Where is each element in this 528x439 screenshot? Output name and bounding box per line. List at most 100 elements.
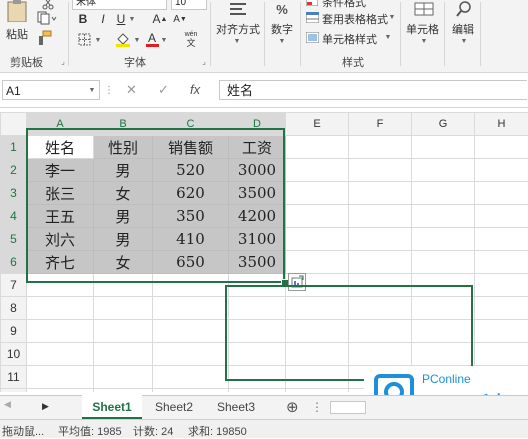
cell[interactable]: 男 <box>94 228 153 251</box>
more-options-icon[interactable]: ⋮ <box>106 82 112 98</box>
chevron-down-icon[interactable]: ▼ <box>460 36 468 46</box>
dialog-launcher-icon[interactable]: ⌟ <box>200 57 208 65</box>
row-header[interactable]: 9 <box>1 320 27 343</box>
cell[interactable] <box>412 136 475 159</box>
chevron-down-icon[interactable]: ▼ <box>278 36 286 46</box>
chevron-down-icon[interactable]: ▼ <box>420 36 428 46</box>
conditional-format-icon[interactable] <box>305 0 319 6</box>
table-format-icon[interactable] <box>305 11 319 23</box>
cut-icon[interactable] <box>40 0 56 10</box>
cell[interactable] <box>94 297 153 320</box>
alignment-button[interactable]: 对齐方式 <box>216 21 260 37</box>
cell[interactable] <box>475 228 528 251</box>
add-sheet-button[interactable]: ⊕ <box>286 398 299 416</box>
cell[interactable] <box>27 274 94 297</box>
cell[interactable] <box>475 297 528 320</box>
phonetic-guide-icon[interactable]: wén 文 <box>180 30 202 48</box>
cell[interactable] <box>94 389 153 393</box>
font-size-select[interactable]: 10 <box>171 0 207 10</box>
editing-button[interactable]: 编辑 <box>452 21 474 37</box>
number-button[interactable]: 数字 <box>271 21 293 37</box>
tab-nav-next[interactable]: ▶ <box>42 401 56 417</box>
tab-sheet3[interactable]: Sheet3 <box>208 395 264 419</box>
enter-icon[interactable]: ✓ <box>158 80 169 100</box>
cell[interactable] <box>153 320 229 343</box>
font-color-icon[interactable]: A <box>144 30 160 48</box>
tab-sheet1[interactable]: Sheet1 <box>82 395 142 419</box>
cell[interactable]: 性别 <box>94 136 153 159</box>
chevron-down-icon[interactable]: ▼ <box>160 34 168 46</box>
cell[interactable]: 3500 <box>229 251 286 274</box>
column-header[interactable]: H <box>475 113 528 136</box>
conditional-format-button[interactable]: 条件格式 <box>322 0 366 10</box>
cell[interactable]: 3500 <box>229 182 286 205</box>
cell[interactable]: 齐七 <box>27 251 94 274</box>
row-header[interactable]: 3 <box>1 182 27 205</box>
paste-button-label[interactable]: 粘贴 <box>6 26 28 42</box>
cell[interactable]: 410 <box>153 228 229 251</box>
cell[interactable]: 女 <box>94 251 153 274</box>
chevron-down-icon[interactable]: ▼ <box>86 82 98 98</box>
number-format-icon[interactable]: % <box>270 0 294 18</box>
chevron-down-icon[interactable]: ▼ <box>233 36 241 46</box>
row-header[interactable]: 6 <box>1 251 27 274</box>
formula-input[interactable]: 姓名 <box>219 80 527 100</box>
cell[interactable] <box>229 389 286 393</box>
chevron-down-icon[interactable]: ▼ <box>388 12 396 22</box>
cell[interactable] <box>153 389 229 393</box>
cell[interactable] <box>27 320 94 343</box>
row-header[interactable]: 12 <box>1 389 27 393</box>
italic-button[interactable]: I <box>96 11 110 27</box>
cell[interactable] <box>153 366 229 389</box>
cell[interactable] <box>286 389 349 393</box>
cell[interactable] <box>94 320 153 343</box>
format-painter-icon[interactable] <box>36 30 54 46</box>
bold-button[interactable]: B <box>76 11 90 27</box>
cell[interactable] <box>349 228 412 251</box>
cell[interactable] <box>349 136 412 159</box>
paste-icon[interactable] <box>2 0 32 22</box>
border-icon[interactable] <box>76 32 92 46</box>
chevron-down-icon[interactable]: ▼ <box>133 34 141 46</box>
tab-sheet2[interactable]: Sheet2 <box>146 395 202 419</box>
cell[interactable]: 姓名 <box>27 136 94 159</box>
cell[interactable] <box>286 182 349 205</box>
search-icon[interactable] <box>452 0 476 18</box>
chevron-down-icon[interactable]: ▼ <box>128 13 136 25</box>
cell[interactable] <box>153 297 229 320</box>
cell[interactable] <box>475 205 528 228</box>
underline-button[interactable]: U <box>114 11 128 27</box>
row-header[interactable]: 2 <box>1 159 27 182</box>
cell[interactable]: 工资 <box>229 136 286 159</box>
cell[interactable]: 4200 <box>229 205 286 228</box>
cell[interactable] <box>286 205 349 228</box>
row-header[interactable]: 10 <box>1 343 27 366</box>
cell[interactable] <box>475 251 528 274</box>
cell[interactable] <box>94 274 153 297</box>
cell[interactable] <box>412 251 475 274</box>
cells-icon[interactable] <box>412 0 436 18</box>
cell[interactable] <box>27 343 94 366</box>
table-format-button[interactable]: 套用表格格式 <box>322 11 388 27</box>
row-header[interactable]: 5 <box>1 228 27 251</box>
cell[interactable]: 销售额 <box>153 136 229 159</box>
alignment-icon[interactable] <box>226 0 250 18</box>
cell[interactable]: 张三 <box>27 182 94 205</box>
column-header[interactable]: C <box>153 113 229 136</box>
row-header[interactable]: 11 <box>1 366 27 389</box>
horizontal-scrollbar[interactable] <box>330 401 366 414</box>
dialog-launcher-icon[interactable]: ⌟ <box>59 57 67 65</box>
chevron-down-icon[interactable]: ▼ <box>94 34 102 46</box>
column-header[interactable]: B <box>94 113 153 136</box>
column-header[interactable]: G <box>412 113 475 136</box>
cell[interactable] <box>412 159 475 182</box>
cell[interactable]: 620 <box>153 182 229 205</box>
more-options-icon[interactable]: ⋮ <box>311 400 323 414</box>
cell[interactable]: 3100 <box>229 228 286 251</box>
increase-font-icon[interactable]: A▲ <box>152 11 168 27</box>
cell[interactable] <box>412 182 475 205</box>
cell[interactable] <box>475 320 528 343</box>
cell[interactable] <box>475 343 528 366</box>
font-name-select[interactable]: 宋体 <box>72 0 167 10</box>
cell[interactable]: 李一 <box>27 159 94 182</box>
